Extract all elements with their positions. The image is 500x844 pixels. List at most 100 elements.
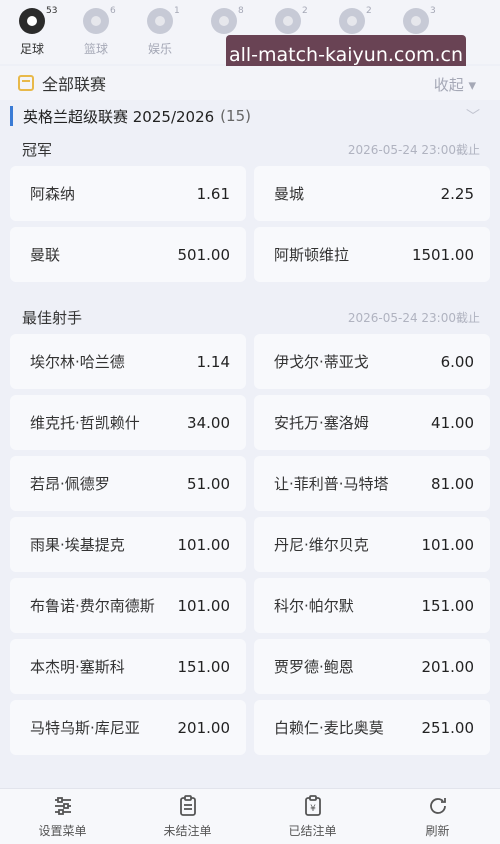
league-accent-bar (10, 106, 13, 126)
svg-text:¥: ¥ (310, 804, 316, 814)
odds-cell[interactable]: 贾罗德·鲍恩 201.00 (254, 639, 490, 694)
section-title: 最佳射手 (22, 308, 83, 327)
odds-cell[interactable]: 曼城 2.25 (254, 166, 490, 221)
odds-value: 201.00 (177, 718, 231, 737)
sliders-icon (54, 797, 71, 815)
sport-count: 6 (110, 6, 116, 16)
odds-value: 101.00 (421, 535, 475, 554)
bottom-nav-label: 设置菜单 (38, 824, 87, 838)
odds-value: 51.00 (187, 474, 230, 493)
odds-cell[interactable]: 雨果·埃基提克 101.00 (10, 517, 246, 572)
sport-label: 娱乐 (147, 42, 172, 56)
settled-bets-button[interactable]: ¥ 已结注单 (250, 789, 375, 844)
league-name: 英格兰超级联赛 2025/2026 (23, 107, 215, 126)
odds-cell[interactable]: 丹尼·维尔贝克 101.00 (254, 517, 490, 572)
odds-value: 101.00 (177, 596, 231, 615)
receipt-icon: ¥ (304, 795, 321, 816)
bottom-nav: 设置菜单 未结注单 ¥ 已结注单 刷新 (0, 788, 500, 844)
sport-count: 3 (430, 6, 436, 16)
collapse-button[interactable]: 收起 ▾ (434, 74, 476, 95)
selection-name: 阿森纳 (30, 185, 76, 203)
sport-count: 8 (238, 6, 244, 16)
sport-label: 足球 (19, 42, 44, 56)
section-champion: 冠军 2026-05-24 23:00截止 阿森纳 1.61 曼城 2.25 曼联 501… (10, 132, 490, 282)
ball-icon (339, 8, 365, 34)
open-bets-button[interactable]: 未结注单 (125, 789, 250, 844)
odds-grid: 阿森纳 1.61 曼城 2.25 曼联 501.00 阿斯顿维拉 1501.00 (10, 166, 490, 282)
odds-value: 1.14 (196, 352, 230, 371)
chevron-down-icon[interactable]: ﹀ (466, 106, 480, 126)
odds-grid: 埃尔林·哈兰德 1.14 伊戈尔·蒂亚戈 6.00 维克托·哲凯赖什 34.00 安托万·塞… (10, 334, 490, 755)
odds-value: 34.00 (187, 413, 230, 432)
sport-count: 1 (174, 6, 180, 16)
league-header[interactable]: 英格兰超级联赛 2025/2026 (15) ﹀ (10, 102, 490, 130)
section-top-scorer: 最佳射手 2026-05-24 23:00截止 埃尔林·哈兰德 1.14 伊戈尔·蒂… (10, 300, 490, 755)
selection-name: 若昂·佩德罗 (30, 475, 110, 493)
sport-tab[interactable]: 1 娱乐 (128, 0, 192, 64)
odds-cell[interactable]: 科尔·帕尔默 151.00 (254, 578, 490, 633)
selection-name: 曼城 (274, 185, 305, 203)
bottom-nav-label: 未结注单 (163, 824, 212, 838)
odds-value: 41.00 (431, 413, 474, 432)
selection-name: 安托万·塞洛姆 (274, 414, 369, 432)
odds-cell[interactable]: 若昂·佩德罗 51.00 (10, 456, 246, 511)
section-deadline: 2026-05-24 23:00截止 (347, 142, 480, 157)
odds-value: 101.00 (177, 535, 231, 554)
league-count: (15) (220, 107, 251, 125)
odds-value: 151.00 (177, 657, 231, 676)
odds-cell[interactable]: 白赖仁·麦比奥莫 251.00 (254, 700, 490, 755)
section-header: 冠军 2026-05-24 23:00截止 (10, 132, 490, 166)
odds-value: 81.00 (431, 474, 474, 493)
odds-value: 2.25 (440, 184, 474, 203)
odds-value: 151.00 (421, 596, 475, 615)
odds-cell[interactable]: 布鲁诺·费尔南德斯 101.00 (10, 578, 246, 633)
sport-count: 2 (302, 6, 308, 16)
odds-value: 1.61 (196, 184, 230, 203)
odds-value: 201.00 (421, 657, 475, 676)
league-filter-row[interactable]: 全部联赛 收起 ▾ (0, 66, 500, 100)
odds-cell[interactable]: 安托万·塞洛姆 41.00 (254, 395, 490, 450)
bottom-nav-label: 已结注单 (288, 824, 337, 838)
selection-name: 马特乌斯·库尼亚 (30, 719, 140, 737)
section-header: 最佳射手 2026-05-24 23:00截止 (10, 300, 490, 334)
camera-icon (147, 8, 173, 34)
odds-cell[interactable]: 伊戈尔·蒂亚戈 6.00 (254, 334, 490, 389)
selection-name: 维克托·哲凯赖什 (30, 414, 140, 432)
odds-value: 251.00 (421, 718, 475, 737)
calendar-icon (18, 75, 34, 91)
sport-tab[interactable]: 6 篮球 (64, 0, 128, 64)
selection-name: 埃尔林·哈兰德 (30, 353, 125, 371)
selection-name: 伊戈尔·蒂亚戈 (274, 353, 369, 371)
bottom-nav-label: 刷新 (425, 824, 450, 838)
sport-count: 2 (366, 6, 372, 16)
odds-cell[interactable]: 阿森纳 1.61 (10, 166, 246, 221)
selection-name: 让·菲利普·马特塔 (274, 475, 389, 493)
odds-cell[interactable]: 本杰明·塞斯科 151.00 (10, 639, 246, 694)
section-deadline: 2026-05-24 23:00截止 (347, 310, 480, 325)
ball-icon (403, 8, 429, 34)
refresh-icon (429, 798, 446, 814)
section-title: 冠军 (22, 140, 53, 159)
odds-cell[interactable]: 维克托·哲凯赖什 34.00 (10, 395, 246, 450)
odds-value: 501.00 (177, 245, 231, 264)
selection-name: 阿斯顿维拉 (274, 246, 350, 264)
sport-count: 53 (46, 6, 58, 16)
sport-tab[interactable]: 53 足球 (0, 0, 64, 64)
odds-cell[interactable]: 阿斯顿维拉 1501.00 (254, 227, 490, 282)
odds-cell[interactable]: 曼联 501.00 (10, 227, 246, 282)
odds-value: 1501.00 (411, 245, 474, 264)
clipboard-icon (179, 795, 196, 816)
refresh-button[interactable]: 刷新 (375, 789, 500, 844)
all-leagues-label[interactable]: 全部联赛 (42, 71, 106, 95)
odds-cell[interactable]: 马特乌斯·库尼亚 201.00 (10, 700, 246, 755)
sport-label: 篮球 (83, 42, 108, 56)
odds-value: 6.00 (440, 352, 474, 371)
odds-cell[interactable]: 让·菲利普·马特塔 81.00 (254, 456, 490, 511)
settings-menu-button[interactable]: 设置菜单 (0, 789, 125, 844)
tennis-ball-icon (211, 8, 237, 34)
selection-name: 本杰明·塞斯科 (30, 658, 125, 676)
selection-name: 科尔·帕尔默 (274, 597, 354, 615)
selection-name: 白赖仁·麦比奥莫 (274, 719, 384, 737)
selection-name: 雨果·埃基提克 (30, 536, 125, 554)
odds-cell[interactable]: 埃尔林·哈兰德 1.14 (10, 334, 246, 389)
